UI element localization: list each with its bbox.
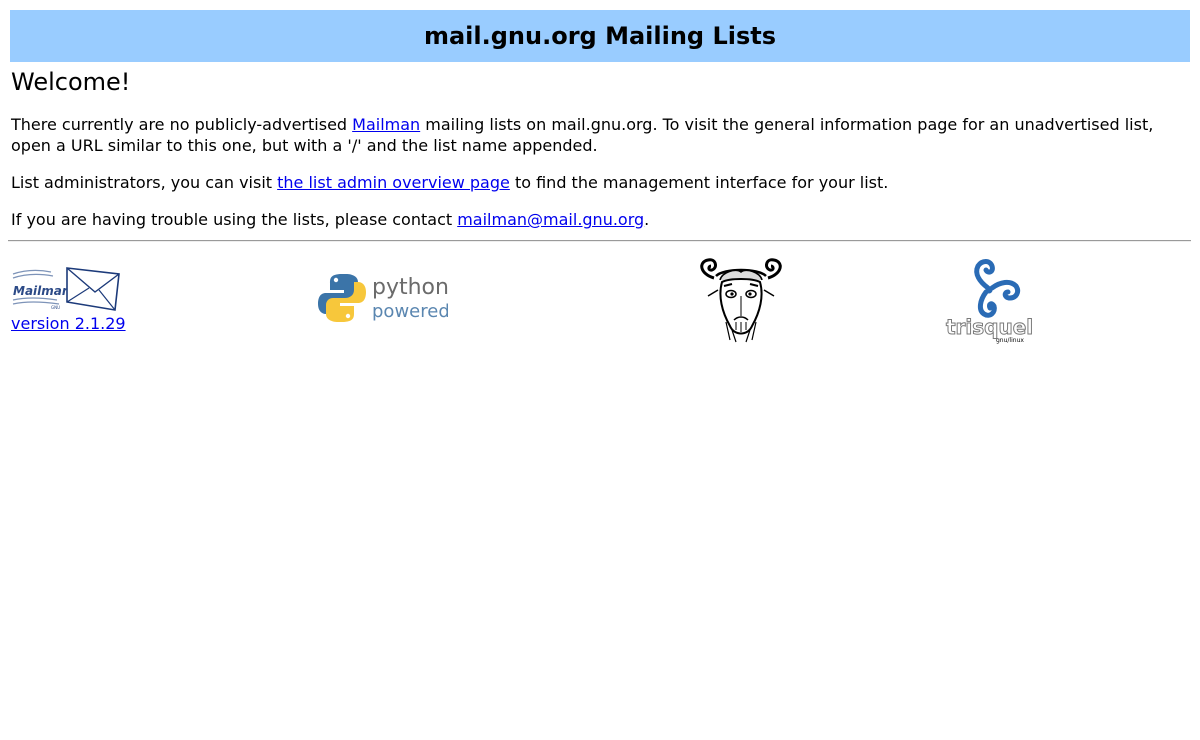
contact-text-end: . — [644, 210, 650, 229]
python-logo-icon: python powered — [318, 274, 450, 322]
intro-paragraph: There currently are no publicly-advertis… — [11, 114, 1181, 156]
mailman-envelope-icon: Mailman GNU — [12, 267, 120, 311]
contact-email-link[interactable]: mailman@mail.gnu.org — [457, 210, 644, 229]
page-title: mail.gnu.org Mailing Lists — [423, 22, 777, 50]
header-banner: mail.gnu.org Mailing Lists — [10, 10, 1190, 62]
admin-paragraph: List administrators, you can visit the l… — [11, 172, 1181, 193]
version-link[interactable]: version 2.1.29 — [11, 313, 126, 334]
gnu-logo-link[interactable] — [696, 256, 786, 344]
trisquel-triskelion-icon: trisquel gnu/linux — [946, 259, 1034, 344]
admin-text-start: List administrators, you can visit — [11, 173, 278, 192]
welcome-heading: Welcome! — [11, 68, 131, 96]
mailman-link[interactable]: Mailman — [352, 115, 420, 134]
trisquel-logo-link[interactable]: trisquel gnu/linux — [944, 252, 1034, 344]
python-logo-link[interactable]: python powered — [318, 270, 450, 326]
mailman-logo-text: Mailman — [13, 284, 70, 298]
contact-text-start: If you are having trouble using the list… — [11, 210, 458, 229]
python-logo-line2: powered — [372, 301, 448, 322]
contact-paragraph: If you are having trouble using the list… — [11, 209, 1181, 230]
divider — [8, 240, 1191, 242]
admin-overview-link[interactable]: the list admin overview page — [277, 173, 510, 192]
admin-text-end: to find the management interface for you… — [509, 173, 889, 192]
mailman-logo-subtext: GNU — [51, 305, 60, 310]
trisquel-logo-subtext: gnu/linux — [996, 337, 1024, 344]
trisquel-logo-text: trisquel — [946, 315, 1033, 339]
page: mail.gnu.org Mailing Lists Welcome! Ther… — [0, 0, 1200, 740]
mailman-logo-link[interactable]: Mailman GNU — [11, 266, 121, 312]
gnu-head-icon — [700, 258, 782, 343]
python-logo-line1: python — [372, 275, 448, 300]
intro-text-start: There currently are no publicly-advertis… — [11, 115, 353, 134]
